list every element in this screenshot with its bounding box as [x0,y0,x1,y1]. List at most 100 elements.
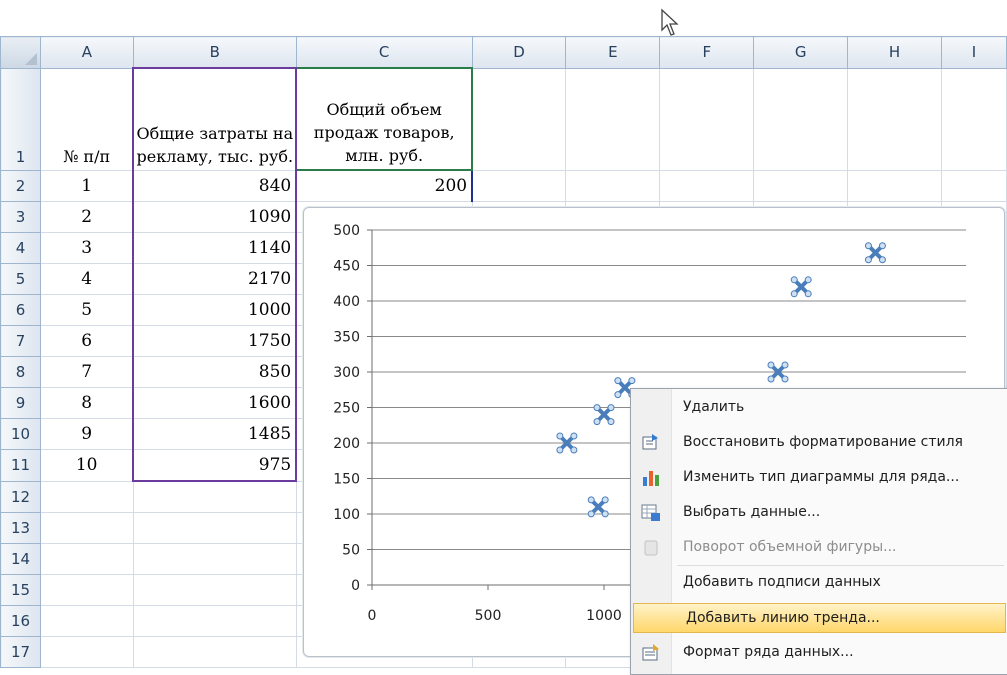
cell[interactable] [753,67,849,171]
row-header[interactable]: 11 [0,449,41,482]
column-header-i[interactable]: I [941,36,1007,69]
cell-number[interactable]: 6 [39,325,134,357]
menu-item[interactable]: Удалить [631,393,1007,423]
column-header-d[interactable]: D [471,36,567,69]
cell-ad-cost[interactable]: 1600 [132,387,298,419]
cell-ad-cost[interactable]: 975 [132,449,298,482]
cell-number[interactable]: 9 [39,418,134,450]
row-header[interactable]: 15 [0,574,41,606]
cell-sales[interactable]: 200 [295,169,474,202]
cell-number[interactable]: 8 [39,387,134,419]
cell-number[interactable]: 5 [39,294,134,326]
row-header[interactable]: 16 [0,605,41,637]
menu-item-label: Удалить [683,399,745,415]
cell[interactable] [941,169,1007,202]
cell[interactable] [565,169,661,202]
cell[interactable] [39,543,134,575]
cell[interactable] [471,169,567,202]
menu-item-label: Добавить линию тренда... [686,610,880,626]
row-header[interactable]: 13 [0,512,41,544]
cell-a1[interactable]: № п/п [39,67,134,171]
reset-style-icon [640,432,662,454]
data-point[interactable] [790,276,812,298]
column-header-g[interactable]: G [753,36,849,69]
cell[interactable] [39,574,134,606]
row-header[interactable]: 17 [0,636,41,668]
cell-ad-cost[interactable]: 850 [132,356,298,388]
menu-item[interactable]: Формат ряда данных... [631,638,1007,668]
cell-c1[interactable]: Общий объем продаж товаров, млн. руб. [295,67,474,171]
cell-ad-cost[interactable]: 840 [132,169,298,202]
row-header[interactable]: 4 [0,232,41,264]
cell[interactable] [753,169,849,202]
y-tick-label: 300 [333,365,360,381]
y-tick-label: 0 [351,578,360,594]
cell-ad-cost[interactable]: 1485 [132,418,298,450]
menu-item[interactable]: Выбрать данные... [631,498,1007,528]
menu-item[interactable]: Добавить линию тренда... [633,603,1006,633]
row-header[interactable]: 5 [0,263,41,295]
column-header-e[interactable]: E [565,36,661,69]
row-header[interactable]: 12 [0,480,41,513]
grid-row: 2 1 840 200 [0,169,1007,202]
cell-b1[interactable]: Общие затраты на рекламу, тыс. руб. [132,67,298,171]
cell[interactable] [471,67,567,171]
cell[interactable] [39,512,134,544]
cell[interactable] [565,67,661,171]
cell[interactable] [132,512,297,544]
x-tick-label: 1000 [586,608,622,624]
cell[interactable] [132,636,297,668]
menu-item[interactable]: Добавить подписи данных [631,568,1007,598]
cell-number[interactable]: 7 [39,356,134,388]
y-tick-label: 200 [333,436,360,452]
cell[interactable] [132,574,297,606]
y-tick-label: 400 [333,294,360,310]
cell-ad-cost[interactable]: 1000 [132,294,298,326]
column-header-f[interactable]: F [659,36,755,69]
menu-item-label: Восстановить форматирование стиля [683,434,963,450]
cell-number[interactable]: 10 [39,449,134,482]
cell[interactable] [847,67,943,171]
mouse-cursor-icon [661,8,679,36]
cell[interactable] [132,605,297,637]
row-header[interactable]: 1 [0,67,41,171]
cell-ad-cost[interactable]: 1750 [132,325,298,357]
y-tick-label: 100 [333,507,360,523]
row-header[interactable]: 8 [0,356,41,388]
cell-ad-cost[interactable]: 1090 [132,201,298,233]
row-header[interactable]: 3 [0,201,41,233]
row-header[interactable]: 2 [0,169,41,202]
cell[interactable] [132,543,297,575]
cell[interactable] [39,605,134,637]
cell-number[interactable]: 1 [39,169,134,202]
cell[interactable] [659,169,755,202]
row-header[interactable]: 9 [0,387,41,419]
cell-number[interactable]: 4 [39,263,134,295]
select-all-corner[interactable] [0,36,41,69]
column-header-c[interactable]: C [295,36,473,69]
menu-separator [677,565,1004,566]
row-header[interactable]: 14 [0,543,41,575]
menu-item[interactable]: Восстановить форматирование стиля [631,428,1007,458]
context-menu: Удалить Восстановить форматирование стиля… [630,388,1007,675]
3d-rotation-icon [640,537,662,559]
menu-item[interactable]: Изменить тип диаграммы для ряда... [631,463,1007,493]
row-header[interactable]: 6 [0,294,41,326]
cell-ad-cost[interactable]: 1140 [132,232,298,264]
menu-item-label: Изменить тип диаграммы для ряда... [683,469,960,485]
row-header[interactable]: 7 [0,325,41,357]
cell-ad-cost[interactable]: 2170 [132,263,298,295]
cell[interactable] [39,480,134,513]
cell[interactable] [659,67,755,171]
cell[interactable] [132,480,297,513]
column-header-a[interactable]: A [39,36,134,69]
data-point[interactable] [864,242,886,264]
column-header-h[interactable]: H [847,36,943,69]
cell-number[interactable]: 3 [39,232,134,264]
cell[interactable] [39,636,134,668]
column-header-b[interactable]: B [132,36,297,69]
row-header[interactable]: 10 [0,418,41,450]
cell[interactable] [941,67,1007,171]
cell[interactable] [847,169,943,202]
cell-number[interactable]: 2 [39,201,134,233]
